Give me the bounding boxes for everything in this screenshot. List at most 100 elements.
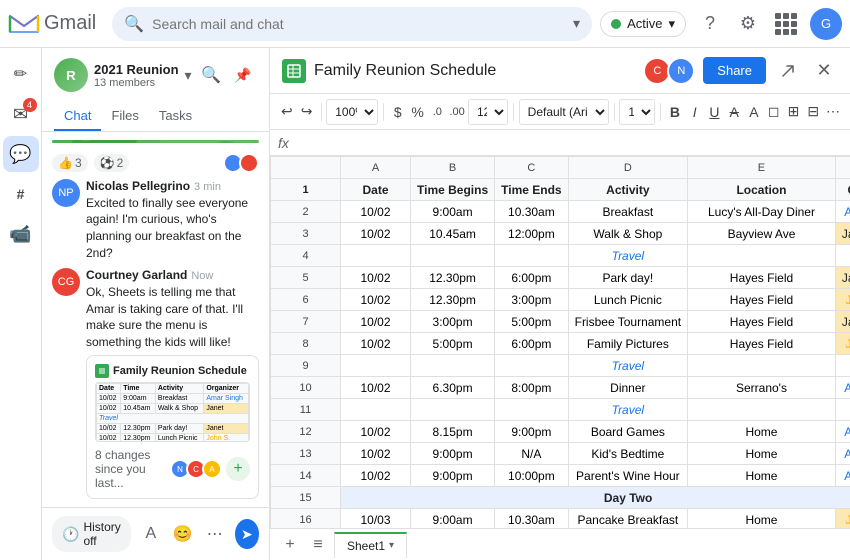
- cell-end-12[interactable]: 9:00pm: [495, 421, 568, 443]
- merge-button[interactable]: ⊟: [804, 99, 822, 125]
- cell-organizer-3[interactable]: Janet Gilboa: [835, 223, 850, 245]
- help-button[interactable]: ?: [696, 10, 724, 38]
- cell-activity-4[interactable]: Travel: [568, 245, 688, 267]
- bold-button[interactable]: B: [666, 99, 684, 125]
- cell-begin-6[interactable]: 12.30pm: [411, 289, 495, 311]
- cell-organizer-6[interactable]: John Smith: [835, 289, 850, 311]
- cell-e1[interactable]: Location: [688, 179, 836, 201]
- row-num-3[interactable]: 3: [271, 223, 341, 245]
- row-num-4[interactable]: 4: [271, 245, 341, 267]
- cell-organizer-16[interactable]: John Smith: [835, 509, 850, 529]
- waffle-button[interactable]: [772, 10, 800, 38]
- cell-activity-6[interactable]: Lunch Picnic: [568, 289, 688, 311]
- cell-organizer-2[interactable]: Amar Singh: [835, 201, 850, 223]
- cell-begin-16[interactable]: 9:00am: [411, 509, 495, 529]
- underline-button[interactable]: U: [706, 99, 724, 125]
- formula-input[interactable]: [295, 135, 842, 150]
- cell-d1[interactable]: Activity: [568, 179, 688, 201]
- decimal-zero-button[interactable]: .0: [428, 99, 446, 125]
- nav-inbox[interactable]: ✉ 4: [3, 96, 39, 132]
- cell-activity-3[interactable]: Walk & Shop: [568, 223, 688, 245]
- history-off-button[interactable]: 🕐 History off: [52, 516, 131, 552]
- send-button[interactable]: ➤: [235, 519, 259, 549]
- cell-date-7[interactable]: 10/02: [341, 311, 411, 333]
- cell-activity-7[interactable]: Frisbee Tournament: [568, 311, 688, 333]
- tab-files[interactable]: Files: [101, 102, 148, 131]
- shared-card[interactable]: Family Reunion Schedule DateTimeActivity…: [86, 355, 259, 499]
- cell-location-10[interactable]: Serrano's: [688, 377, 836, 399]
- row-num-5[interactable]: 5: [271, 267, 341, 289]
- cell-begin-5[interactable]: 12.30pm: [411, 267, 495, 289]
- cell-date-13[interactable]: 10/02: [341, 443, 411, 465]
- cell-begin-11[interactable]: [411, 399, 495, 421]
- text-format-button[interactable]: A: [137, 520, 165, 548]
- tab-chat[interactable]: Chat: [54, 102, 101, 131]
- cell-begin-2[interactable]: 9:00am: [411, 201, 495, 223]
- row-num-13[interactable]: 13: [271, 443, 341, 465]
- close-sheets-button[interactable]: ✕: [810, 57, 838, 85]
- cell-date-3[interactable]: 10/02: [341, 223, 411, 245]
- nav-spaces[interactable]: #: [3, 176, 39, 212]
- cell-organizer-5[interactable]: Janet Gilboa: [835, 267, 850, 289]
- cell-organizer-10[interactable]: Amar Singh: [835, 377, 850, 399]
- cell-begin-3[interactable]: 10.45am: [411, 223, 495, 245]
- row-num-15[interactable]: 15: [271, 487, 341, 509]
- cell-end-10[interactable]: 8:00pm: [495, 377, 568, 399]
- cell-activity-16[interactable]: Pancake Breakfast: [568, 509, 688, 529]
- cell-organizer-7[interactable]: Janet Gilboa: [835, 311, 850, 333]
- compose-button[interactable]: ✏: [3, 56, 39, 92]
- col-b[interactable]: B: [411, 157, 495, 179]
- cell-organizer-14[interactable]: Amar Singh: [835, 465, 850, 487]
- cell-activity-11[interactable]: Travel: [568, 399, 688, 421]
- cell-date-2[interactable]: 10/02: [341, 201, 411, 223]
- nav-chat[interactable]: 💬: [3, 136, 39, 172]
- row-num-12[interactable]: 12: [271, 421, 341, 443]
- cell-activity-9[interactable]: Travel: [568, 355, 688, 377]
- italic-button[interactable]: I: [686, 99, 704, 125]
- thumbsup-reaction[interactable]: 👍 3: [52, 154, 88, 172]
- row-num-16[interactable]: 16: [271, 509, 341, 529]
- cell-begin-10[interactable]: 6.30pm: [411, 377, 495, 399]
- tab-tasks[interactable]: Tasks: [149, 102, 202, 131]
- cell-end-3[interactable]: 12:00pm: [495, 223, 568, 245]
- cell-date-12[interactable]: 10/02: [341, 421, 411, 443]
- more-formats-button[interactable]: ⋯: [824, 99, 842, 125]
- cell-date-10[interactable]: 10/02: [341, 377, 411, 399]
- row-num-14[interactable]: 14: [271, 465, 341, 487]
- row-num-9[interactable]: 9: [271, 355, 341, 377]
- cell-end-8[interactable]: 6:00pm: [495, 333, 568, 355]
- cell-end-5[interactable]: 6:00pm: [495, 267, 568, 289]
- percent-button[interactable]: %: [409, 99, 427, 125]
- undo-button[interactable]: ↩: [278, 99, 296, 125]
- cell-b1[interactable]: Time Begins: [411, 179, 495, 201]
- pin-button[interactable]: 📌: [229, 61, 257, 89]
- col-c[interactable]: C: [495, 157, 568, 179]
- cell-date-6[interactable]: 10/02: [341, 289, 411, 311]
- cell-organizer-13[interactable]: Amar Singh: [835, 443, 850, 465]
- cell-c1[interactable]: Time Ends: [495, 179, 568, 201]
- cell-date-11[interactable]: [341, 399, 411, 421]
- cell-location-3[interactable]: Bayview Ave: [688, 223, 836, 245]
- cell-organizer-4[interactable]: [835, 245, 850, 267]
- col-d[interactable]: D: [568, 157, 688, 179]
- cell-activity-12[interactable]: Board Games: [568, 421, 688, 443]
- more-options-button[interactable]: ⋯: [201, 520, 229, 548]
- search-bar[interactable]: 🔍 ▾: [112, 7, 592, 41]
- row-num-1[interactable]: 1: [271, 179, 341, 201]
- cell-end-13[interactable]: N/A: [495, 443, 568, 465]
- cell-date-15[interactable]: Day Two: [341, 487, 850, 509]
- cell-location-9[interactable]: [688, 355, 836, 377]
- cell-begin-13[interactable]: 9:00pm: [411, 443, 495, 465]
- cell-location-11[interactable]: [688, 399, 836, 421]
- col-f[interactable]: F: [835, 157, 850, 179]
- cell-end-4[interactable]: [495, 245, 568, 267]
- cell-a1[interactable]: Date: [341, 179, 411, 201]
- cell-begin-9[interactable]: [411, 355, 495, 377]
- cell-date-16[interactable]: 10/03: [341, 509, 411, 529]
- cell-location-6[interactable]: Hayes Field: [688, 289, 836, 311]
- sheets-list-button[interactable]: ≡: [306, 533, 330, 557]
- cell-date-5[interactable]: 10/02: [341, 267, 411, 289]
- open-in-sheets-button[interactable]: [774, 57, 802, 85]
- cell-location-8[interactable]: Hayes Field: [688, 333, 836, 355]
- dollar-button[interactable]: $: [389, 99, 407, 125]
